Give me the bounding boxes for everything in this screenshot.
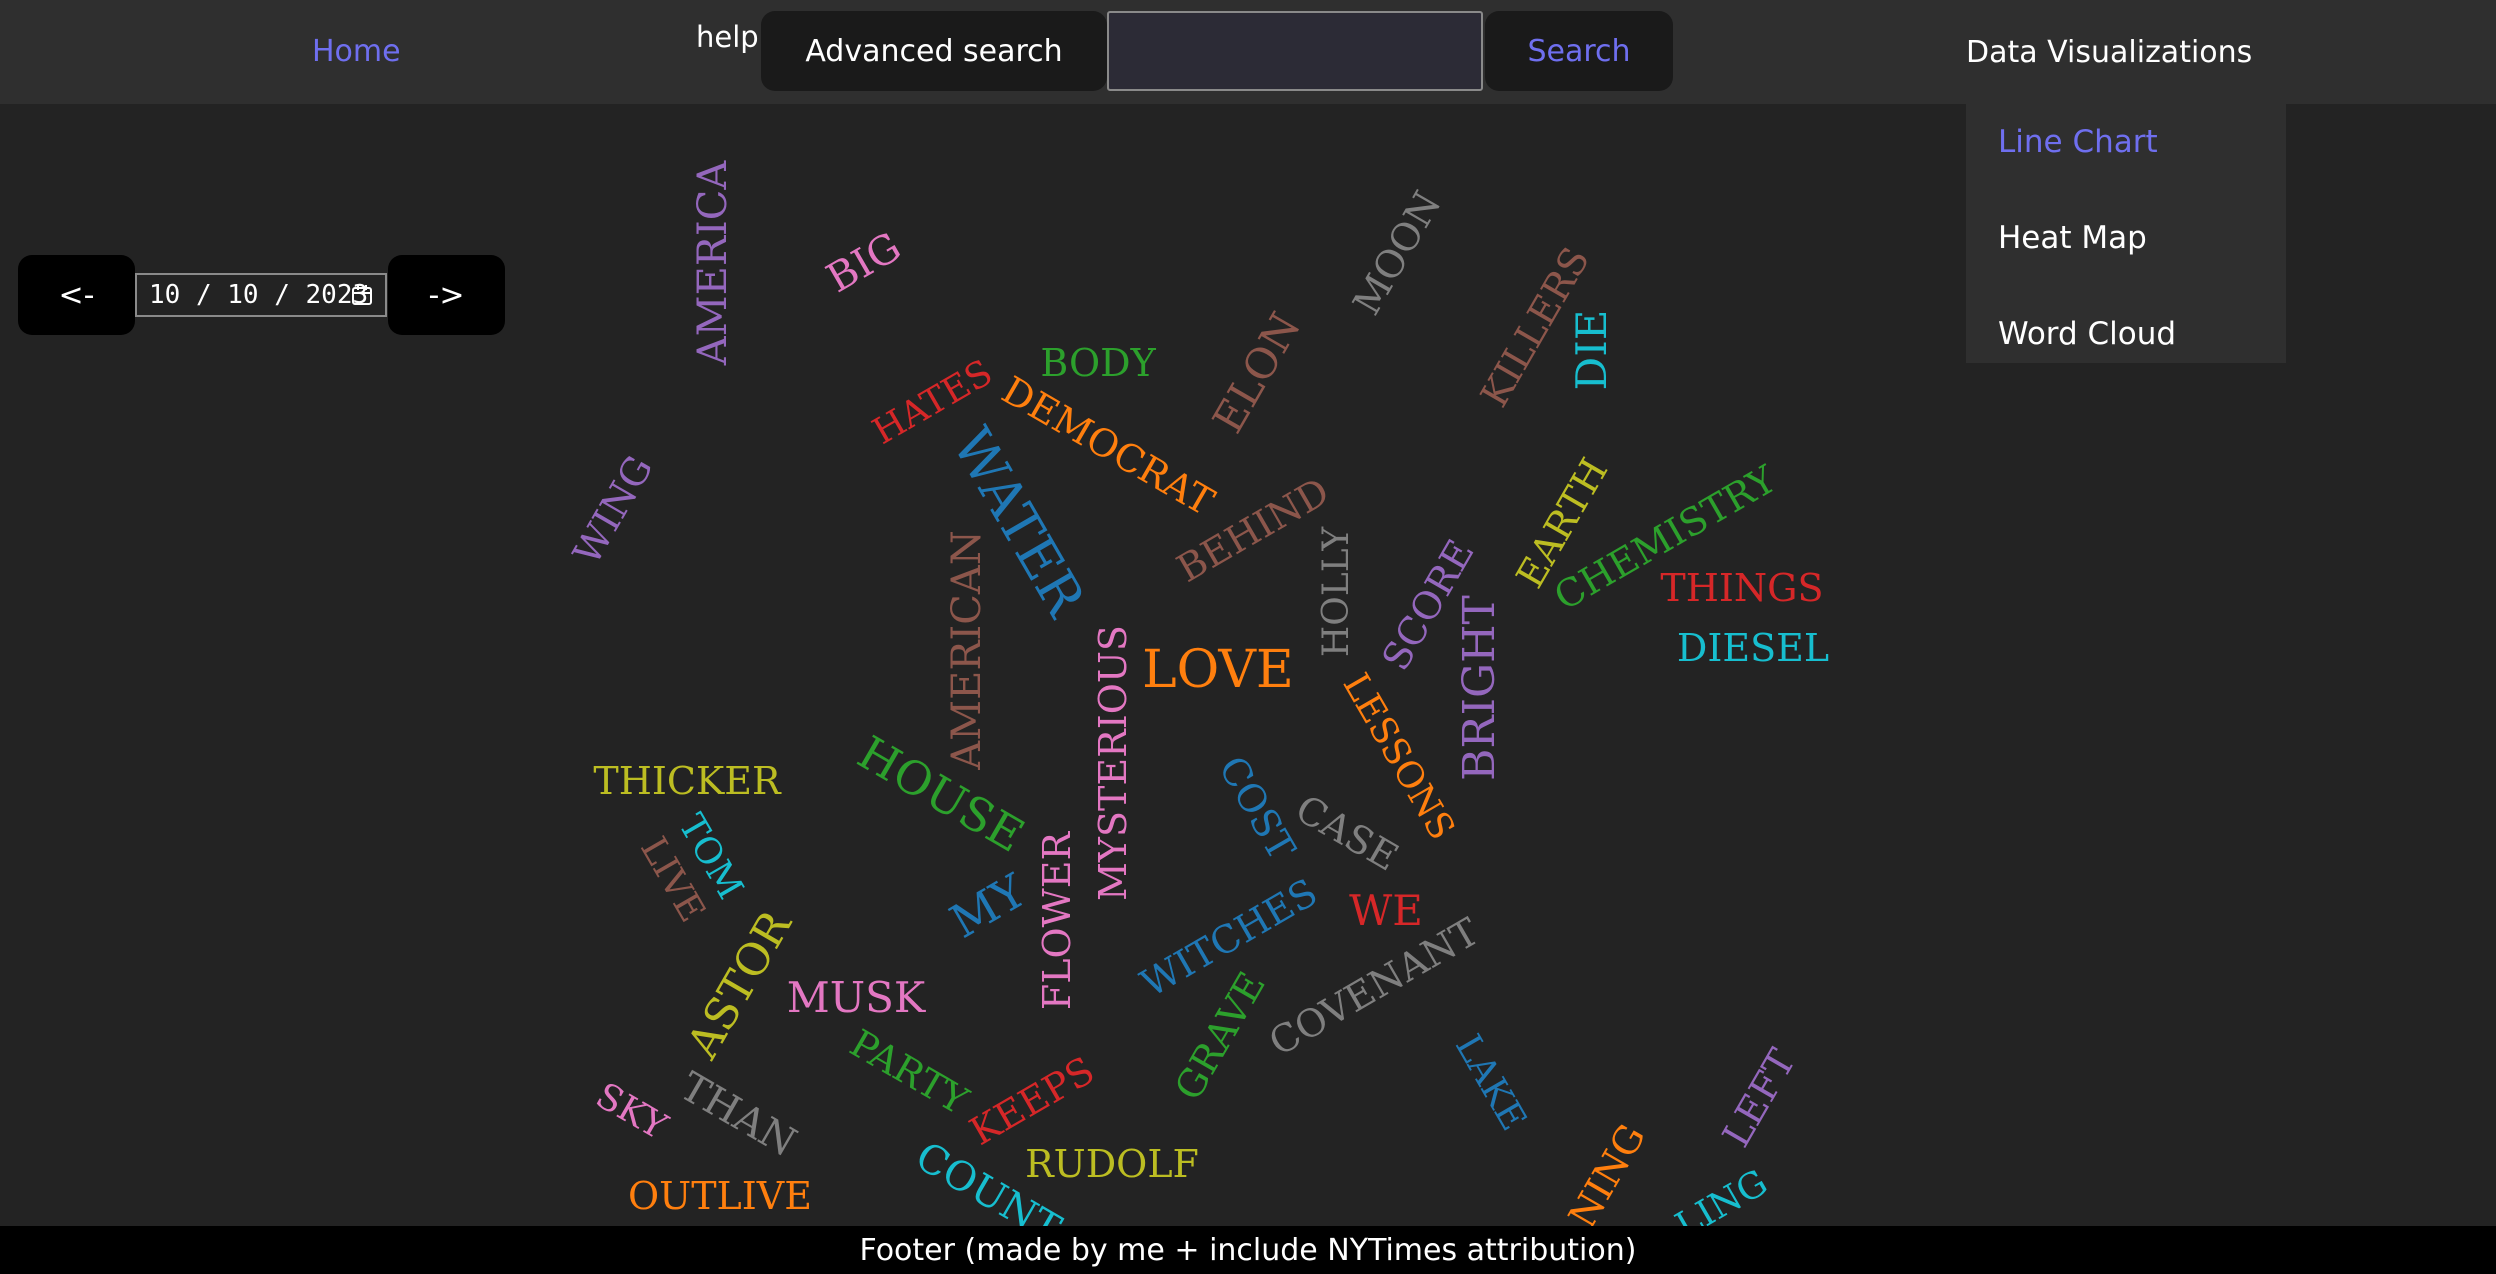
cloud-word-keeps: KEEPS	[962, 1048, 1102, 1154]
cloud-word-sky: SKY	[588, 1075, 674, 1148]
footer: Footer (made by me + include NYTimes att…	[0, 1226, 2496, 1274]
menu-item-heat-map[interactable]: Heat Map	[1998, 220, 2147, 256]
cloud-word-bright: BRIGHT	[1454, 595, 1505, 781]
cloud-word-elon: ELON	[1202, 304, 1311, 442]
date-input[interactable]: 10 / 10 / 2023	[135, 273, 387, 317]
cloud-word-things: THINGS	[1660, 566, 1824, 610]
cloud-word-case: CASE	[1288, 786, 1406, 880]
data-visualizations-dropdown: Line Chart Heat Map Word Cloud	[1966, 104, 2286, 363]
cloud-word-we: WE	[1349, 886, 1423, 935]
menu-item-line-chart[interactable]: Line Chart	[1998, 124, 2158, 160]
search-button[interactable]: Search	[1485, 11, 1673, 91]
cloud-word-thicker: THICKER	[593, 759, 781, 803]
cloud-word-musk: MUSK	[786, 973, 926, 1022]
cloud-word-astor: ASTOR	[677, 902, 802, 1067]
cloud-word-body: BODY	[1040, 341, 1156, 385]
date-value: 10 / 10 / 2023	[149, 280, 369, 310]
cloud-word-lake: LAKE	[1446, 1027, 1534, 1138]
top-nav: Home help Advanced search Search Data Vi…	[0, 0, 2496, 104]
cloud-word-cost: COST	[1210, 748, 1304, 868]
cloud-word-wing: WING	[564, 448, 662, 572]
cloud-word-america: AMERICA	[690, 160, 736, 366]
cloud-word-ning: NING	[1559, 1116, 1655, 1226]
cloud-word-holly: HOLLY	[1316, 526, 1357, 658]
cloud-word-than: THAN	[672, 1063, 804, 1167]
data-visualizations-menu[interactable]: Data Visualizations	[1966, 38, 2252, 68]
cloud-word-my: MY	[940, 863, 1036, 949]
menu-item-word-cloud[interactable]: Word Cloud	[1998, 316, 2176, 352]
advanced-search-button[interactable]: Advanced search	[761, 11, 1107, 91]
cloud-word-big: BIG	[819, 223, 909, 303]
cloud-word-house: HOUSE	[848, 725, 1034, 863]
search-input[interactable]	[1107, 11, 1483, 91]
cloud-word-rudolf: RUDOLF	[1025, 1142, 1199, 1186]
home-link[interactable]: Home	[312, 37, 401, 67]
cloud-word-american: AMERICAN	[944, 530, 990, 770]
cloud-word-ling: LING	[1668, 1162, 1775, 1226]
cloud-word-party: PARTY	[842, 1020, 976, 1124]
cloud-word-love: LOVE	[1142, 640, 1294, 700]
cloud-word-die: DIE	[1567, 309, 1616, 391]
cloud-word-mysterious: MYSTERIOUS	[1091, 625, 1135, 901]
cloud-word-left: LEFT	[1713, 1041, 1805, 1155]
help-link[interactable]: help	[696, 22, 759, 52]
cloud-word-moon: MOON	[1344, 183, 1450, 323]
cloud-word-outlive: OUTLIVE	[628, 1174, 812, 1218]
cloud-word-flower: FLOWER	[1035, 831, 1079, 1011]
cloud-word-diesel: DIESEL	[1676, 626, 1830, 670]
calendar-icon[interactable]	[351, 284, 373, 306]
next-date-button[interactable]: ->	[388, 255, 505, 335]
previous-date-button[interactable]: <-	[18, 255, 135, 335]
